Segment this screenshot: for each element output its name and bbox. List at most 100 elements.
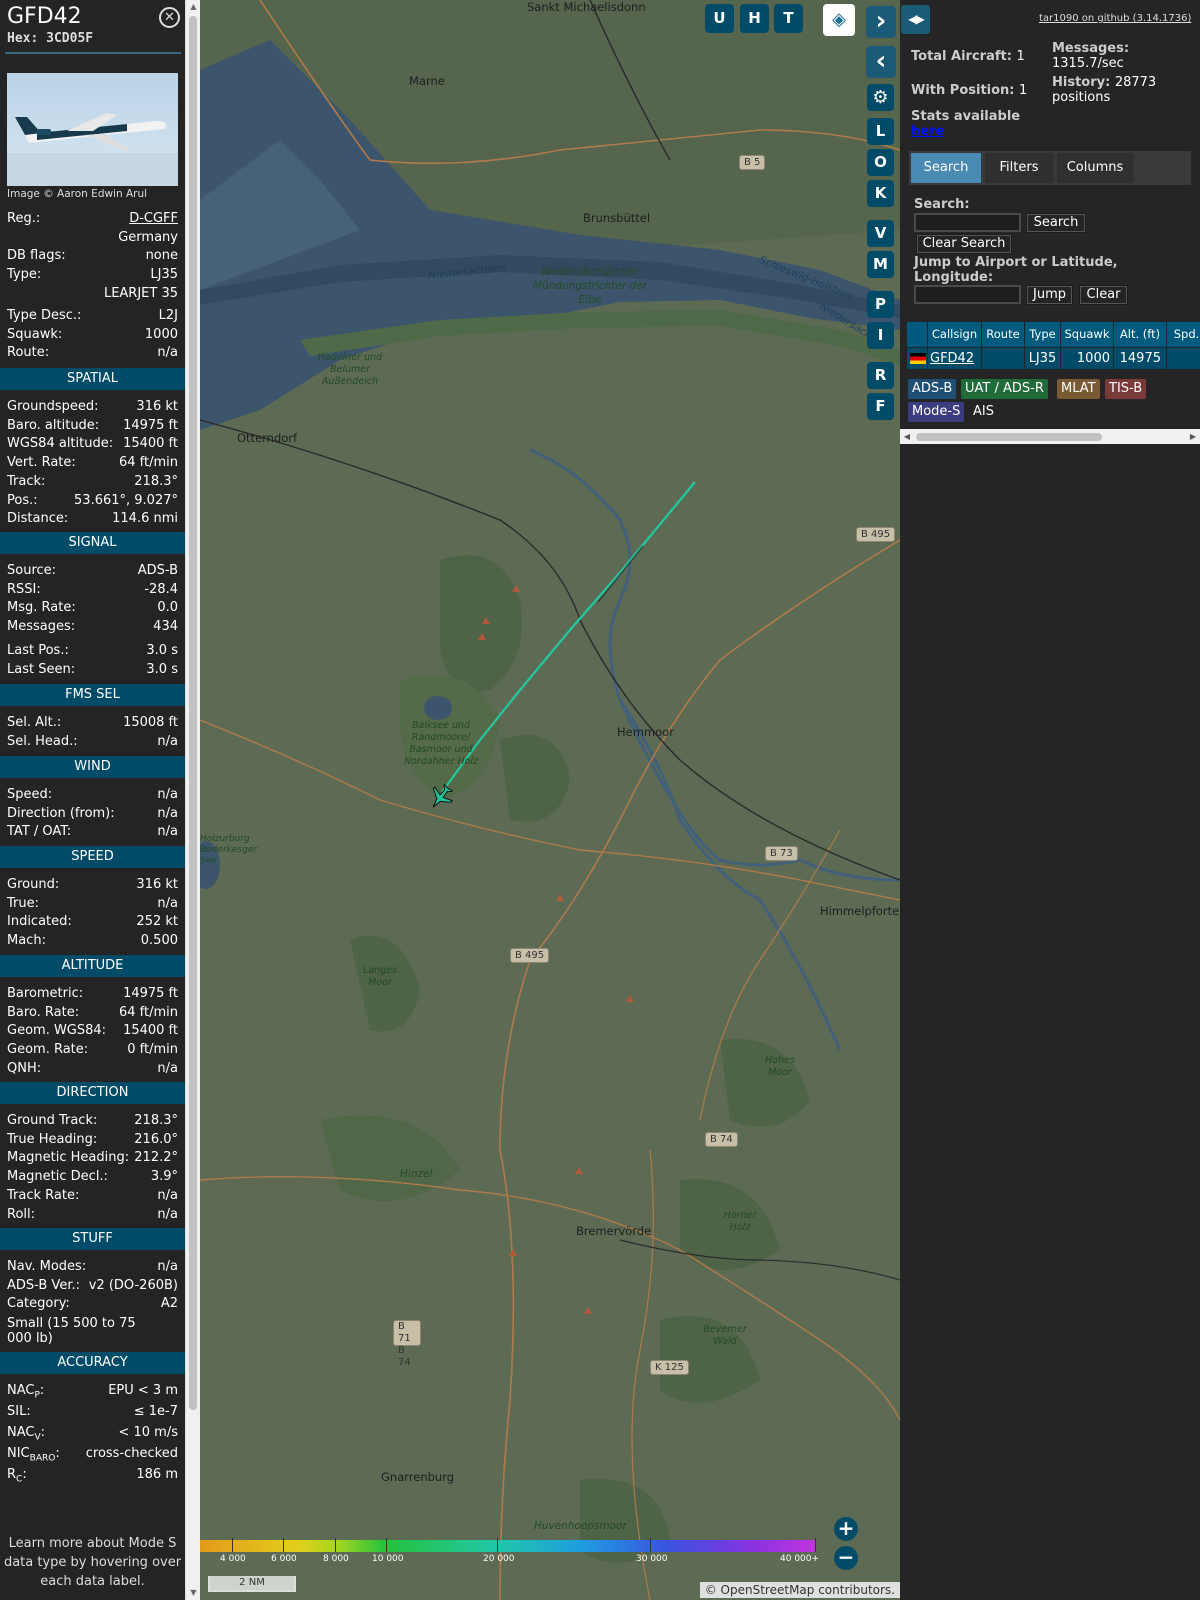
info-row: SIL: ≤ 1e-7 <box>7 1404 178 1423</box>
layers-icon: ◈ <box>832 9 846 30</box>
info-row-value: 1000 <box>144 327 178 342</box>
altitude-scale-label: 40 000+ <box>780 1554 820 1564</box>
info-row: Distance: 114.6 nmi <box>7 511 178 530</box>
toggle-h-button[interactable]: H <box>740 4 769 33</box>
column-header-squawk[interactable]: Squawk <box>1061 322 1114 347</box>
scroll-up-icon[interactable]: ▲ <box>186 0 201 14</box>
settings-button[interactable]: ⚙ <box>867 84 894 111</box>
source-tag-uat: UAT / ADS-R <box>961 379 1048 399</box>
collapse-right-button[interactable]: › <box>866 6 896 38</box>
stats-link[interactable]: here <box>911 124 944 139</box>
clear-search-button[interactable]: Clear Search <box>916 234 1012 254</box>
info-row-label: TAT / OAT: <box>7 824 72 840</box>
info-row: TAT / OAT: n/a <box>7 824 178 843</box>
selected-hex: Hex: 3CD05F <box>7 31 94 46</box>
jump-input[interactable] <box>914 285 1021 304</box>
info-row: Mach: 0.500 <box>7 933 178 952</box>
column-header-route[interactable]: Route <box>982 322 1025 347</box>
toggle-i-button[interactable]: I <box>867 322 894 349</box>
map-view[interactable]: Sankt Michaelisdonn Marne Brunsbüttel Ot… <box>200 0 900 1600</box>
toggle-u-button[interactable]: U <box>705 4 734 33</box>
scroll-down-icon[interactable]: ▼ <box>186 1586 201 1600</box>
toggle-l-button[interactable]: L <box>867 118 894 145</box>
section-header-speed: SPEED <box>0 846 185 868</box>
scroll-left-icon[interactable]: ◀ <box>900 429 914 444</box>
toggle-o-button[interactable]: O <box>867 149 894 176</box>
column-header-speed[interactable]: Spd. <box>1167 322 1200 347</box>
clear-jump-button[interactable]: Clear <box>1079 285 1128 305</box>
table-cell-type[interactable]: LJ35 <box>1025 348 1061 369</box>
info-row: Last Pos.: 3.0 s <box>7 643 178 662</box>
tab-columns[interactable]: Columns <box>1057 153 1133 183</box>
info-row: Germany <box>7 230 178 249</box>
total-aircraft-stat: Total Aircraft: 1 <box>911 49 1025 64</box>
search-input[interactable] <box>914 213 1021 232</box>
toggle-t-button[interactable]: T <box>774 4 803 33</box>
scroll-thumb[interactable] <box>189 16 197 1410</box>
info-row: Squawk: 1000 <box>7 327 178 346</box>
road-label: B 495 <box>510 948 550 963</box>
info-row: Type: LJ35 <box>7 267 178 286</box>
version-link[interactable]: tar1090 on github (3.14.1736) <box>1039 13 1191 24</box>
nature-label: Niedersächsischer Mündungstrichter der E… <box>533 266 647 306</box>
info-row-label: Route: <box>7 345 50 360</box>
history-stat: History: 28773 positions <box>1052 75 1182 105</box>
toggle-v-button[interactable]: V <box>867 220 894 247</box>
scroll-thumb[interactable] <box>916 433 1102 441</box>
table-cell-flag[interactable] <box>907 348 928 369</box>
table-horizontal-scrollbar[interactable]: ◀ ▶ <box>900 429 1200 444</box>
column-header[interactable] <box>907 322 928 347</box>
table-cell-callsign[interactable]: GFD42 <box>928 348 982 369</box>
info-row-label: Barometric: <box>7 986 84 1001</box>
section-header-fms-sel: FMS SEL <box>0 684 185 706</box>
column-header-type[interactable]: Type <box>1025 322 1061 347</box>
source-tag-tisb: TIS-B <box>1105 379 1147 399</box>
aircraft-table: Callsign Route Type Squawk Alt. (ft) Spd… <box>907 322 1200 369</box>
search-label: Search: <box>914 197 970 212</box>
with-position-value: 1 <box>1019 83 1028 98</box>
aircraft-photo[interactable] <box>7 73 178 186</box>
collapse-left-button[interactable]: ‹ <box>866 46 896 78</box>
zoom-in-button[interactable]: + <box>834 1517 858 1541</box>
info-row-label: Messages: <box>7 619 76 635</box>
info-row-value: 218.3° <box>134 473 178 489</box>
info-row-value[interactable]: D-CGFF <box>129 211 178 226</box>
info-row: True Heading: 216.0° <box>7 1132 178 1151</box>
info-row-label: Magnetic Heading: <box>7 1150 130 1166</box>
info-row-label: Groundspeed: <box>7 399 99 414</box>
close-info-button[interactable]: ✕ <box>159 7 180 28</box>
toggle-p-button[interactable]: P <box>867 291 894 318</box>
toggle-f-button[interactable]: F <box>867 393 894 420</box>
toggle-m-button[interactable]: M <box>867 251 894 278</box>
table-cell-speed[interactable] <box>1167 348 1200 369</box>
close-icon: ✕ <box>164 10 175 25</box>
table-cell-altitude[interactable]: 14975 <box>1114 348 1167 369</box>
info-row: Baro. altitude: 14975 ft <box>7 418 178 437</box>
distance-scale: 2 NM <box>208 1576 296 1592</box>
layers-button[interactable]: ◈ <box>823 4 855 36</box>
info-row-value: n/a <box>157 1206 178 1222</box>
column-header-altitude[interactable]: Alt. (ft) <box>1114 322 1167 347</box>
table-cell-squawk[interactable]: 1000 <box>1061 348 1114 369</box>
info-row: ADS-B Ver.: v2 (DO-260B) <box>7 1278 178 1297</box>
tab-filters[interactable]: Filters <box>985 153 1053 183</box>
sidebar: ◀▶ tar1090 on github (3.14.1736) Total A… <box>900 0 1200 1600</box>
map-attribution[interactable]: © OpenStreetMap contributors. <box>699 1582 900 1598</box>
altitude-scale-label: 30 000 <box>636 1554 668 1564</box>
info-row: Roll: n/a <box>7 1207 178 1226</box>
info-scrollbar[interactable]: ▲ ▼ <box>185 0 200 1600</box>
info-row-label: Vert. Rate: <box>7 455 76 471</box>
zoom-out-button[interactable]: − <box>834 1546 858 1570</box>
toggle-sidebar-button[interactable]: ◀▶ <box>901 5 930 34</box>
info-row: Barometric: 14975 ft <box>7 986 178 1005</box>
jump-button[interactable]: Jump <box>1026 285 1073 305</box>
info-row-value: 0.0 <box>157 600 178 616</box>
table-cell-route[interactable] <box>982 348 1025 369</box>
scroll-right-icon[interactable]: ▶ <box>1186 429 1200 444</box>
tab-search[interactable]: Search <box>911 153 981 183</box>
search-button[interactable]: Search <box>1026 213 1086 233</box>
column-header-callsign[interactable]: Callsign <box>928 322 982 347</box>
toggle-k-button[interactable]: K <box>867 180 894 207</box>
divider <box>5 52 181 54</box>
toggle-r-button[interactable]: R <box>867 362 894 389</box>
